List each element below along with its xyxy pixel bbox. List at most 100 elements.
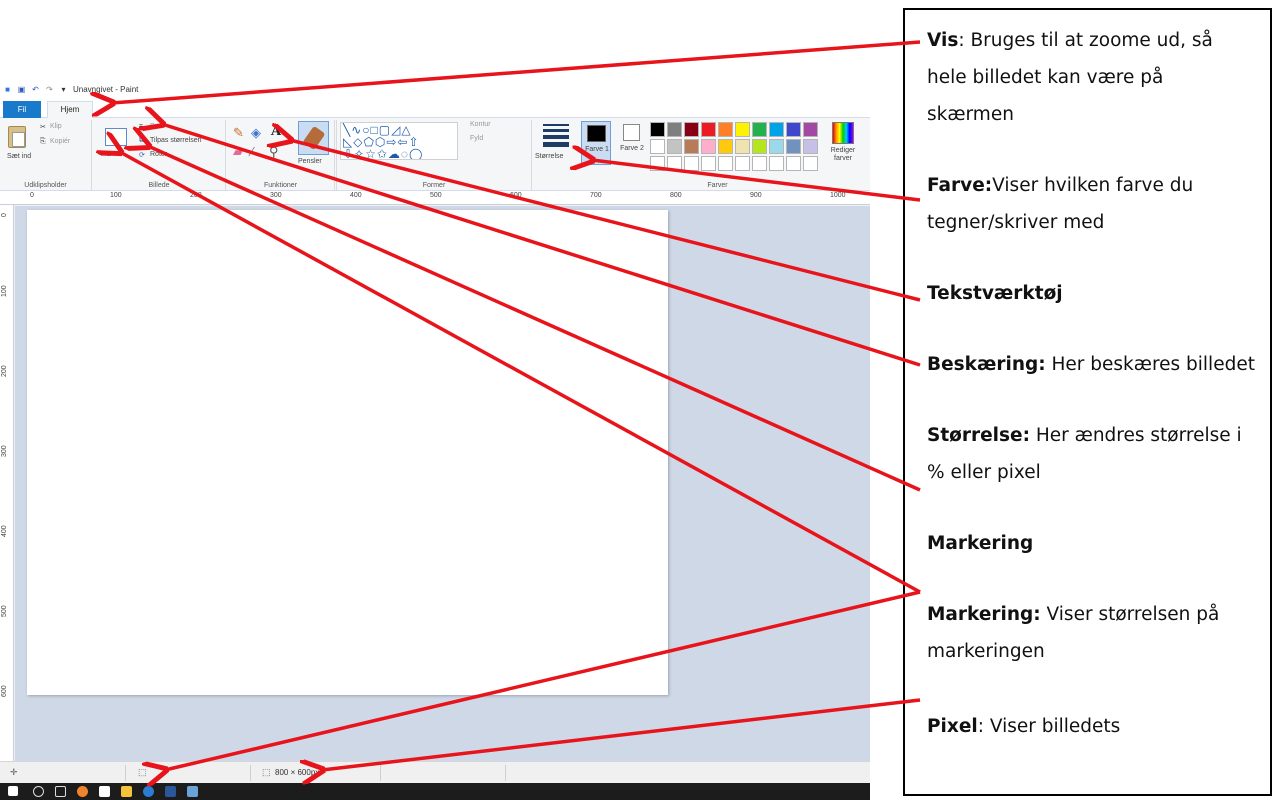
firefox-icon[interactable]	[77, 786, 88, 797]
search-icon[interactable]	[33, 786, 44, 797]
fill-bucket-icon[interactable]: ◈	[251, 126, 261, 139]
eraser-icon[interactable]: ▰	[233, 145, 243, 158]
tools-group-label: Funktioner	[263, 182, 298, 189]
rotate-button[interactable]: Roter	[150, 151, 167, 158]
palette-swatch[interactable]	[684, 122, 699, 137]
copy-icon[interactable]: ⎘	[40, 138, 46, 146]
word-icon[interactable]	[165, 786, 176, 797]
colors-group-label: Farver	[707, 182, 728, 189]
palette-swatch[interactable]	[718, 156, 733, 171]
save-icon[interactable]: ▣	[17, 85, 26, 94]
file-explorer-icon[interactable]	[121, 786, 132, 797]
color-picker-icon[interactable]: ⁄	[251, 145, 253, 158]
paste-icon[interactable]	[8, 126, 26, 148]
palette-swatch[interactable]	[769, 156, 784, 171]
palette-swatch[interactable]	[769, 139, 784, 154]
tab-fil[interactable]: Fil	[3, 101, 41, 118]
annotation-box: Vis: Bruges til at zoome ud, så hele bil…	[903, 8, 1272, 796]
title-bar: ■ ▣ ↶ ↷ ▾ Unavngivet - Paint	[0, 78, 870, 100]
drawing-canvas[interactable]	[27, 210, 668, 695]
clipboard-group-label: Udklipsholder	[24, 182, 67, 189]
palette-swatch[interactable]	[786, 156, 801, 171]
palette-swatch[interactable]	[667, 156, 682, 171]
select-icon[interactable]	[105, 128, 127, 146]
resize-icon[interactable]: ⧉	[139, 137, 144, 145]
paint-app-icon: ■	[5, 84, 10, 94]
rotate-icon[interactable]: ⟳	[139, 151, 145, 159]
crop-icon[interactable]: ⌗	[139, 123, 143, 131]
crop-button[interactable]: Bes	[150, 123, 162, 130]
color2-button[interactable]	[623, 124, 640, 141]
shapes-gallery[interactable]: ╲∿○□▢◿△ ◺◇⬠⬡⇨⇦⇧ ⇩✧☆✩☁◌◯	[340, 122, 458, 160]
windows-start-icon[interactable]	[8, 786, 18, 796]
window-title: Unavngivet - Paint	[73, 84, 139, 94]
ruler-h-tick: 600	[510, 192, 522, 199]
palette-swatch[interactable]	[769, 122, 784, 137]
edit-colors-icon[interactable]	[832, 122, 854, 144]
tab-hjem[interactable]: Hjem	[47, 101, 93, 119]
pencil-icon[interactable]: ✎	[233, 126, 244, 139]
copy-button[interactable]: Kopiér	[50, 138, 70, 145]
palette-swatch[interactable]	[735, 122, 750, 137]
size-button[interactable]: Størrelse	[535, 153, 563, 160]
shapes-group-label: Former	[422, 182, 446, 189]
palette-swatch[interactable]	[786, 122, 801, 137]
palette-swatch[interactable]	[735, 139, 750, 154]
store-icon[interactable]	[99, 786, 110, 797]
palette-swatch[interactable]	[803, 156, 818, 171]
size-icon[interactable]	[543, 124, 569, 150]
palette-swatch[interactable]	[701, 156, 716, 171]
annotation-beskaering: Beskæring: Her beskæres billedet	[927, 354, 1255, 375]
cut-icon[interactable]: ✂	[40, 123, 46, 131]
customize-toolbar-icon[interactable]: ▾	[59, 85, 68, 94]
task-view-icon[interactable]	[55, 786, 66, 797]
ruler-v-tick: 600	[1, 685, 8, 697]
text-tool-icon[interactable]: A	[271, 125, 281, 138]
cursor-position-icon: ✛	[10, 767, 18, 777]
palette-swatch[interactable]	[752, 122, 767, 137]
annotation-pixel: Pixel: Viser billedets	[927, 716, 1121, 737]
brushes-button[interactable]: Pensler	[298, 158, 322, 165]
redo-icon[interactable]: ↷	[45, 85, 54, 94]
palette-swatch[interactable]	[752, 139, 767, 154]
resize-button[interactable]: Tilpas størrelsen	[150, 137, 201, 144]
ruler-h-tick: 400	[350, 192, 362, 199]
color1-button[interactable]: Farve 1	[581, 121, 611, 165]
edge-icon[interactable]	[143, 786, 154, 797]
palette-swatch[interactable]	[684, 156, 699, 171]
palette-swatch[interactable]	[786, 139, 801, 154]
palette-swatch[interactable]	[752, 156, 767, 171]
fill-button[interactable]: Fyld	[470, 135, 483, 142]
page: ■ ▣ ↶ ↷ ▾ Unavngivet - Paint Fil Hjem Sæ…	[0, 0, 1283, 800]
palette-swatch[interactable]	[803, 139, 818, 154]
annotation-tekstvaerktoej: Tekstværktøj	[927, 283, 1063, 304]
magnifier-icon[interactable]: ⚲	[269, 145, 279, 158]
brushes-icon[interactable]	[298, 121, 329, 155]
palette-swatch[interactable]	[684, 139, 699, 154]
palette-swatch[interactable]	[735, 156, 750, 171]
palette-row-1	[650, 122, 826, 137]
color1-swatch	[587, 125, 606, 142]
palette-swatch[interactable]	[701, 122, 716, 137]
palette-swatch[interactable]	[650, 139, 665, 154]
paint-taskbar-icon[interactable]	[187, 786, 198, 797]
palette-swatch[interactable]	[650, 156, 665, 171]
palette-swatch[interactable]	[718, 139, 733, 154]
cut-button[interactable]: Klip	[50, 123, 62, 130]
palette-row-3	[650, 156, 826, 171]
status-divider	[250, 765, 251, 781]
palette-swatch[interactable]	[701, 139, 716, 154]
undo-icon[interactable]: ↶	[31, 85, 40, 94]
ruler-h-tick: 300	[270, 192, 282, 199]
select-button[interactable]: Ma	[101, 151, 111, 158]
status-bar: ✛ ⬚ ⬚ 800 × 600px	[0, 761, 870, 783]
paste-button[interactable]: Sæt ind	[7, 153, 35, 161]
palette-swatch[interactable]	[667, 139, 682, 154]
palette-swatch[interactable]	[803, 122, 818, 137]
palette-swatch[interactable]	[718, 122, 733, 137]
status-divider	[505, 765, 506, 781]
edit-colors-button[interactable]: Rediger farver	[826, 147, 860, 163]
palette-swatch[interactable]	[667, 122, 682, 137]
palette-swatch[interactable]	[650, 122, 665, 137]
outline-button[interactable]: Kontur	[470, 121, 491, 128]
